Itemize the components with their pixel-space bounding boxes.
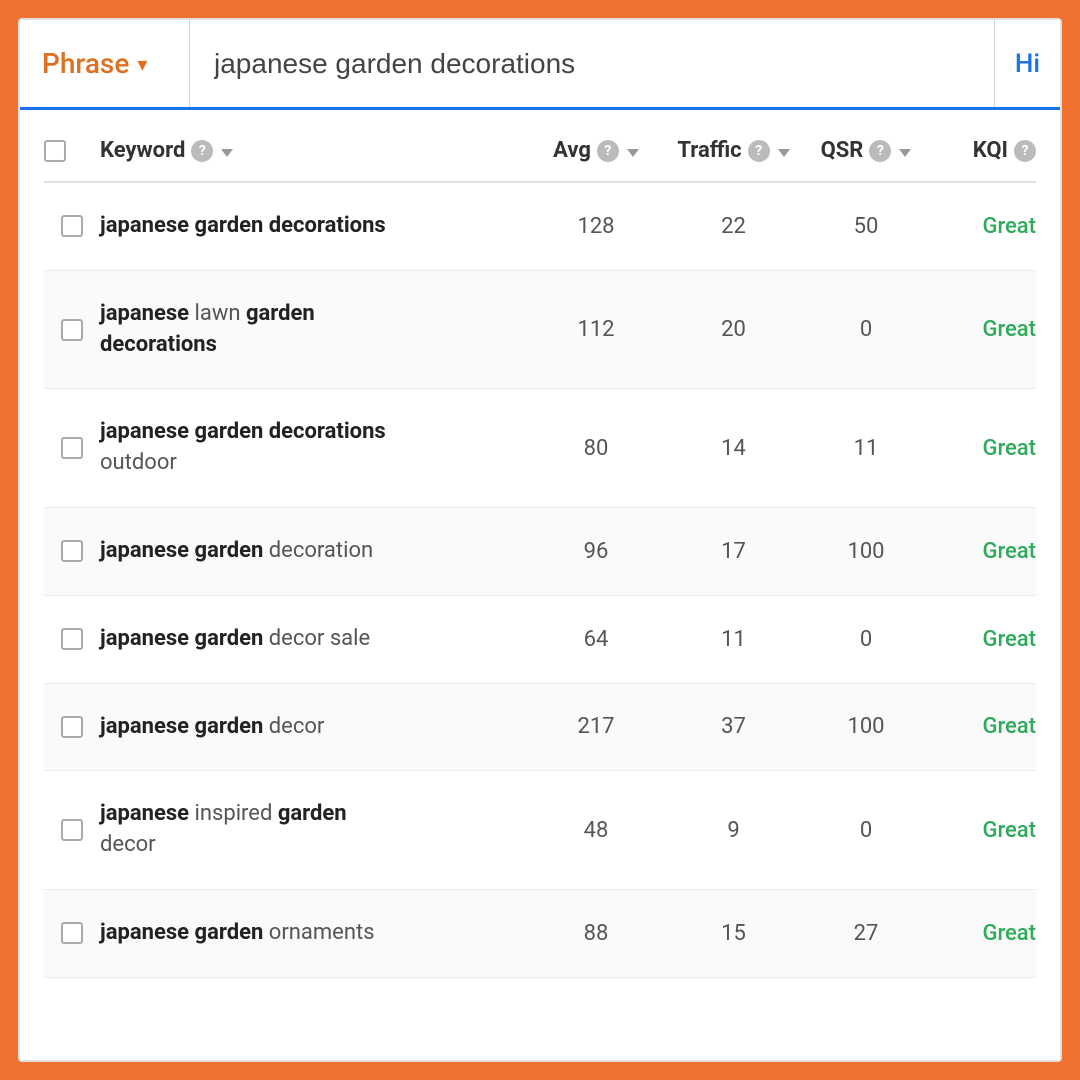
hi-button[interactable]: Hi: [994, 20, 1060, 107]
traffic-info-icon[interactable]: ?: [748, 140, 770, 162]
table-row: japanese garden ornaments 88 15 27 Great: [44, 890, 1036, 978]
row-checkbox-5[interactable]: [61, 628, 83, 650]
avg-cell-3: 80: [531, 436, 661, 461]
table-row: japanese garden decor sale 64 11 0 Great: [44, 596, 1036, 684]
avg-cell-1: 128: [531, 214, 661, 239]
qsr-cell-1: 50: [806, 214, 926, 239]
select-all-checkbox[interactable]: [44, 140, 66, 162]
avg-header-label: Avg: [553, 138, 591, 163]
col-header-kqi: KQI ?: [926, 138, 1036, 163]
row-checkbox-1[interactable]: [61, 215, 83, 237]
table-row: japanese garden decoration 96 17 100 Gre…: [44, 508, 1036, 596]
kqi-cell-8: Great: [926, 921, 1036, 946]
row-checkbox-cell-2: [44, 319, 100, 341]
keyword-cell-1: japanese garden decorations: [100, 211, 531, 242]
qsr-cell-5: 0: [806, 627, 926, 652]
avg-cell-8: 88: [531, 921, 661, 946]
keyword-cell-6: japanese garden decor: [100, 712, 531, 743]
qsr-cell-3: 11: [806, 436, 926, 461]
avg-sort-icon[interactable]: [627, 149, 639, 157]
row-checkbox-cell-8: [44, 922, 100, 944]
table-row: japanese inspired garden decor 48 9 0 Gr…: [44, 771, 1036, 890]
keyword-header-label: Keyword: [100, 138, 185, 163]
row-checkbox-6[interactable]: [61, 716, 83, 738]
keyword-cell-5: japanese garden decor sale: [100, 624, 531, 655]
search-bar: Phrase ▾ Hi: [20, 20, 1060, 110]
traffic-header-label: Traffic: [677, 138, 741, 163]
kqi-cell-1: Great: [926, 214, 1036, 239]
avg-cell-7: 48: [531, 818, 661, 843]
traffic-cell-6: 37: [661, 714, 806, 739]
traffic-cell-1: 22: [661, 214, 806, 239]
row-checkbox-cell-5: [44, 628, 100, 650]
traffic-cell-8: 15: [661, 921, 806, 946]
row-checkbox-cell-4: [44, 540, 100, 562]
phrase-dropdown[interactable]: Phrase ▾: [20, 20, 190, 107]
col-header-qsr: QSR ?: [806, 138, 926, 163]
avg-cell-4: 96: [531, 539, 661, 564]
row-checkbox-cell-1: [44, 215, 100, 237]
hi-label: Hi: [1015, 49, 1040, 79]
row-checkbox-cell-7: [44, 819, 100, 841]
row-checkbox-8[interactable]: [61, 922, 83, 944]
table-area: Keyword ? Avg ? Traffic ?: [20, 110, 1060, 1060]
keyword-cell-8: japanese garden ornaments: [100, 918, 531, 949]
kqi-cell-5: Great: [926, 627, 1036, 652]
row-checkbox-3[interactable]: [61, 437, 83, 459]
table-row: japanese garden decorations 128 22 50 Gr…: [44, 183, 1036, 271]
qsr-sort-icon[interactable]: [899, 149, 911, 157]
traffic-cell-3: 14: [661, 436, 806, 461]
keyword-cell-4: japanese garden decoration: [100, 536, 531, 567]
qsr-cell-8: 27: [806, 921, 926, 946]
table-header: Keyword ? Avg ? Traffic ?: [44, 110, 1036, 183]
kqi-cell-4: Great: [926, 539, 1036, 564]
keyword-sort-icon[interactable]: [221, 149, 233, 157]
row-checkbox-2[interactable]: [61, 319, 83, 341]
keyword-cell-3: japanese garden decorations outdoor: [100, 417, 531, 479]
row-checkbox-4[interactable]: [61, 540, 83, 562]
table-row: japanese garden decorations outdoor 80 1…: [44, 389, 1036, 508]
qsr-cell-2: 0: [806, 317, 926, 342]
table-row: japanese garden decor 217 37 100 Great: [44, 684, 1036, 772]
kqi-header-label: KQI: [973, 138, 1008, 163]
qsr-cell-4: 100: [806, 539, 926, 564]
row-checkbox-7[interactable]: [61, 819, 83, 841]
qsr-cell-7: 0: [806, 818, 926, 843]
traffic-cell-7: 9: [661, 818, 806, 843]
select-all-checkbox-cell: [44, 140, 100, 162]
table-row: japanese lawn garden decorations 112 20 …: [44, 271, 1036, 390]
avg-cell-5: 64: [531, 627, 661, 652]
phrase-label: Phrase: [42, 47, 129, 80]
keyword-cell-2: japanese lawn garden decorations: [100, 299, 531, 361]
keyword-cell-7: japanese inspired garden decor: [100, 799, 531, 861]
kqi-cell-6: Great: [926, 714, 1036, 739]
main-container: Phrase ▾ Hi Keyword ? Avg: [18, 18, 1062, 1062]
avg-cell-2: 112: [531, 317, 661, 342]
row-checkbox-cell-6: [44, 716, 100, 738]
keyword-info-icon[interactable]: ?: [191, 140, 213, 162]
traffic-sort-icon[interactable]: [778, 149, 790, 157]
row-checkbox-cell-3: [44, 437, 100, 459]
traffic-cell-2: 20: [661, 317, 806, 342]
qsr-cell-6: 100: [806, 714, 926, 739]
traffic-cell-4: 17: [661, 539, 806, 564]
kqi-cell-3: Great: [926, 436, 1036, 461]
qsr-header-label: QSR: [821, 138, 864, 163]
chevron-down-icon: ▾: [137, 52, 147, 76]
traffic-cell-5: 11: [661, 627, 806, 652]
col-header-avg: Avg ?: [531, 138, 661, 163]
col-header-traffic: Traffic ?: [661, 138, 806, 163]
kqi-info-icon[interactable]: ?: [1014, 140, 1036, 162]
avg-info-icon[interactable]: ?: [597, 140, 619, 162]
kqi-cell-7: Great: [926, 818, 1036, 843]
qsr-info-icon[interactable]: ?: [869, 140, 891, 162]
kqi-cell-2: Great: [926, 317, 1036, 342]
search-input[interactable]: [190, 20, 994, 107]
avg-cell-6: 217: [531, 714, 661, 739]
col-header-keyword: Keyword ?: [100, 138, 531, 163]
